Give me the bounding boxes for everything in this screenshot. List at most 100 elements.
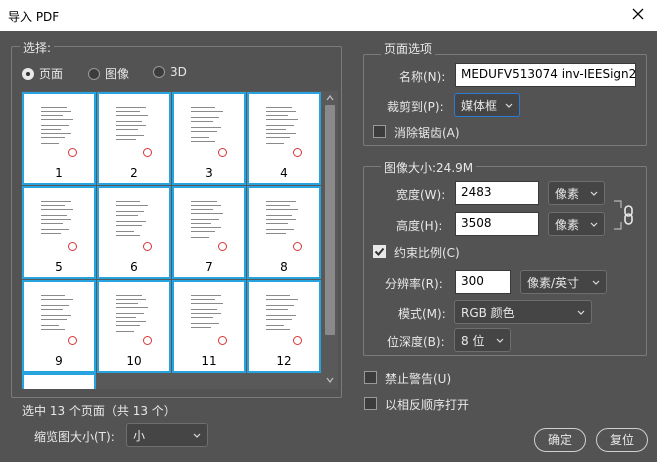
seal-icon xyxy=(68,336,77,345)
page-thumbnail[interactable]: 4 xyxy=(247,92,321,185)
height-unit-value: 像素 xyxy=(555,218,580,232)
resolution-field[interactable]: 300 xyxy=(455,270,511,294)
thumb-size-label: 缩览图大小(T): xyxy=(34,430,115,444)
page-thumbnail[interactable]: 10 xyxy=(97,280,171,373)
resolution-unit-select[interactable]: 像素/英寸 xyxy=(520,270,607,294)
reverse-order-checkbox[interactable] xyxy=(364,397,377,410)
antialias-label: 消除锯齿(A) xyxy=(394,126,460,140)
thumbnail-number: 11 xyxy=(201,354,217,368)
title-bar: 导入 PDF xyxy=(0,0,657,31)
thumbnail-number: 12 xyxy=(276,354,292,368)
scroll-up-icon[interactable] xyxy=(325,93,335,103)
page-preview xyxy=(112,287,156,349)
name-field[interactable]: MEDUFV513074 inv-IEESign2024 xyxy=(455,63,636,87)
seal-icon xyxy=(143,242,152,251)
mode-label: 模式(M): xyxy=(398,307,446,321)
page-preview xyxy=(37,287,81,349)
crop-value: 媒体框 xyxy=(461,99,498,113)
thumbnail-scrollbar[interactable] xyxy=(322,91,338,389)
thumb-size-value: 小 xyxy=(133,429,146,443)
thumbnail-number: 6 xyxy=(130,260,138,274)
page-preview xyxy=(187,287,231,349)
seal-icon xyxy=(293,242,302,251)
select-group-title: 选择: xyxy=(20,39,55,56)
crop-select[interactable]: 媒体框 xyxy=(454,93,520,117)
chevron-down-icon xyxy=(592,280,600,285)
height-field[interactable]: 3508 xyxy=(455,212,539,236)
seal-icon xyxy=(218,336,227,345)
chevron-down-icon xyxy=(577,310,585,315)
page-thumbnail[interactable]: 11 xyxy=(172,280,246,373)
page-thumbnail[interactable]: 6 xyxy=(97,186,171,279)
radio-3d-label: 3D xyxy=(170,65,187,79)
thumbnail-number: 9 xyxy=(55,354,63,368)
page-thumbnail[interactable]: 3 xyxy=(172,92,246,185)
thumbnail-number: 7 xyxy=(205,260,213,274)
checkmark-icon xyxy=(374,247,385,256)
depth-select[interactable]: 8 位 xyxy=(454,328,511,352)
radio-pages[interactable]: 页面 xyxy=(22,65,63,82)
seal-icon xyxy=(68,242,77,251)
height-label: 高度(H): xyxy=(396,219,443,233)
radio-dot xyxy=(88,67,100,80)
suppress-warnings-label: 禁止警告(U) xyxy=(385,372,452,386)
reverse-order-label: 以相反顺序打开 xyxy=(385,398,470,412)
radio-pages-label: 页面 xyxy=(39,67,64,81)
chevron-down-icon xyxy=(590,222,598,227)
thumbnail-number: 8 xyxy=(280,260,288,274)
page-thumbnail[interactable]: 1 xyxy=(22,92,96,185)
scroll-down-icon[interactable] xyxy=(325,375,335,385)
radio-3d[interactable]: 3D xyxy=(153,65,187,79)
width-field[interactable]: 2483 xyxy=(455,181,539,205)
thumbnail-number: 4 xyxy=(280,166,288,180)
width-label: 宽度(W): xyxy=(396,188,446,202)
seal-icon xyxy=(143,336,152,345)
chevron-down-icon xyxy=(505,103,513,108)
mode-select[interactable]: RGB 颜色 xyxy=(454,300,592,324)
thumbnail-partial[interactable] xyxy=(22,373,96,389)
close-icon[interactable] xyxy=(629,5,647,23)
page-preview xyxy=(112,99,156,161)
image-size-title: 图像大小:24.9M xyxy=(381,159,477,176)
page-thumbnail[interactable]: 2 xyxy=(97,92,171,185)
thumbnail-number: 2 xyxy=(130,166,138,180)
radio-dot xyxy=(22,67,34,80)
link-icon[interactable] xyxy=(612,198,636,232)
page-thumbnail[interactable]: 9 xyxy=(22,280,96,373)
page-preview xyxy=(37,99,81,161)
width-unit-value: 像素 xyxy=(555,187,580,201)
seal-icon xyxy=(293,148,302,157)
thumbnail-number: 1 xyxy=(55,166,63,180)
depth-value: 8 位 xyxy=(461,334,485,348)
antialias-checkbox[interactable] xyxy=(373,125,386,138)
scrollbar-thumb[interactable] xyxy=(325,105,335,335)
thumb-size-select[interactable]: 小 xyxy=(126,423,208,447)
page-thumbnail[interactable]: 12 xyxy=(247,280,321,373)
page-preview xyxy=(262,99,306,161)
page-thumbnail[interactable]: 5 xyxy=(22,186,96,279)
radio-images-label: 图像 xyxy=(105,67,130,81)
constrain-label: 约束比例(C) xyxy=(394,246,460,260)
thumbnail-number: 5 xyxy=(55,260,63,274)
seal-icon xyxy=(68,148,77,157)
resolution-unit-value: 像素/英寸 xyxy=(527,276,580,290)
height-unit-select[interactable]: 像素 xyxy=(548,212,605,236)
suppress-warnings-checkbox[interactable] xyxy=(364,371,377,384)
constrain-checkbox[interactable] xyxy=(373,245,386,258)
window-title: 导入 PDF xyxy=(8,10,60,24)
page-thumbnail[interactable]: 7 xyxy=(172,186,246,279)
seal-icon xyxy=(218,148,227,157)
depth-label: 位深度(B): xyxy=(387,335,445,349)
width-unit-select[interactable]: 像素 xyxy=(548,181,605,205)
page-options-title: 页面选项 xyxy=(381,40,436,57)
thumbnail-number: 10 xyxy=(126,354,142,368)
chevron-down-icon xyxy=(193,433,201,438)
ok-button[interactable]: 确定 xyxy=(534,428,586,452)
reset-button[interactable]: 复位 xyxy=(596,428,648,452)
page-thumbnail[interactable]: 8 xyxy=(247,186,321,279)
thumbnail-grid: 1 2 3 4 5 6 7 8 9 10 11 12 xyxy=(21,91,338,389)
page-preview xyxy=(187,99,231,161)
radio-images[interactable]: 图像 xyxy=(88,65,129,82)
seal-icon xyxy=(143,148,152,157)
mode-value: RGB 颜色 xyxy=(461,306,515,320)
